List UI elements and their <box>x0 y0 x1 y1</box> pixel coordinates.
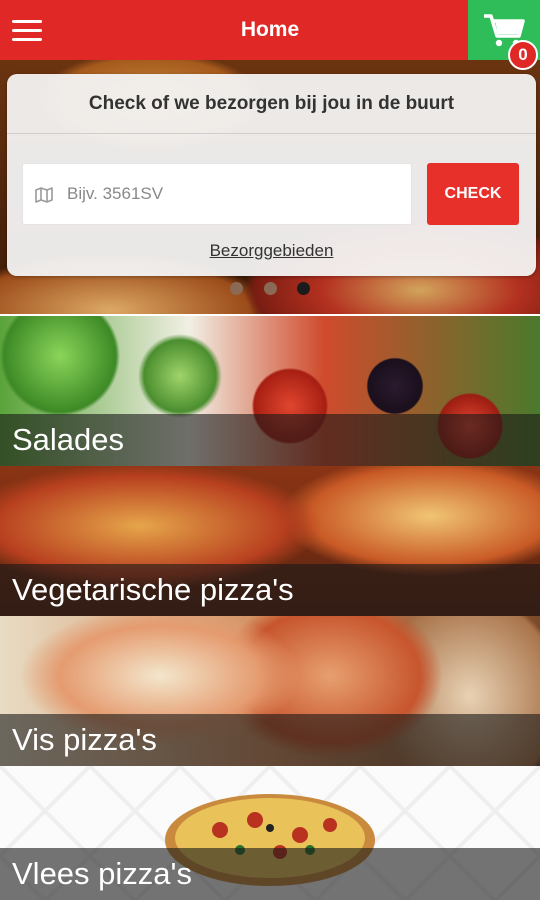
check-button[interactable]: CHECK <box>427 163 519 225</box>
category-label: Vegetarische pizza's <box>12 572 294 607</box>
cart-count-badge: 0 <box>508 40 538 70</box>
page-title: Home <box>240 18 300 41</box>
divider <box>7 133 536 134</box>
slider-dot-3-active[interactable] <box>296 282 310 295</box>
category-salades[interactable]: Salades <box>0 316 540 466</box>
slider-dot-2[interactable] <box>263 282 277 295</box>
category-vis-pizzas[interactable]: Vis pizza's <box>0 616 540 766</box>
postcode-field[interactable] <box>22 163 412 225</box>
delivery-check-card: Check of we bezorgen bij jou in de buurt… <box>7 74 536 276</box>
category-label: Salades <box>12 422 125 457</box>
delivery-areas-link[interactable]: Bezorggebieden <box>7 241 536 261</box>
category-label: Vlees pizza's <box>12 856 192 891</box>
top-app-bar: Home <box>0 0 540 60</box>
map-icon <box>35 187 53 203</box>
category-vegetarische-pizzas[interactable]: Vegetarische pizza's <box>0 466 540 616</box>
category-label: Vis pizza's <box>12 722 157 757</box>
slider-dots <box>0 282 540 300</box>
postcode-input[interactable] <box>67 164 397 224</box>
category-vlees-pizzas[interactable]: Vlees pizza's <box>0 766 540 900</box>
delivery-check-title: Check of we bezorgen bij jou in de buurt <box>88 93 455 114</box>
slider-dot-1[interactable] <box>230 282 244 295</box>
